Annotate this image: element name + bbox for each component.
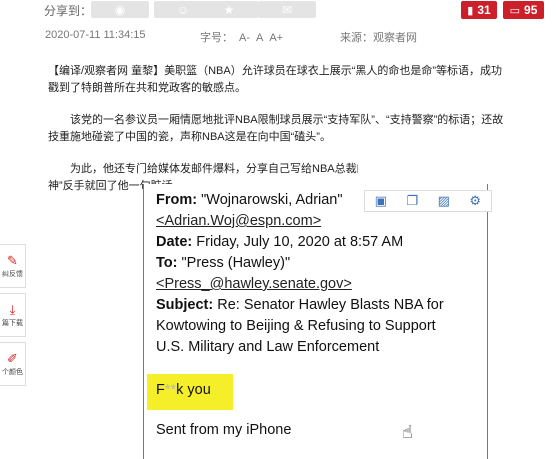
date-label: Date: [156, 234, 193, 250]
hand-cursor-icon: ☝ [402, 422, 413, 442]
article-paragraph: 【编译/观察者网 童黎】美职篮（NBA）允许球员在球衣上展示“黑人的命也是命”等… [48, 63, 558, 97]
download-label: 篇下载 [2, 319, 23, 327]
from-value: "Wojnarowski, Adrian" [201, 192, 343, 208]
subject-line: U.S. Military and Law Enforcement [156, 339, 380, 355]
paragraph-line: 该党的一名参议员一厢情愿地批评NBA限制球员展示“支持军队”、“支持警察”的标语… [48, 114, 504, 126]
reply-rest: k you [176, 382, 211, 398]
share-weibo-button[interactable]: ◉ [91, 1, 149, 18]
settings-icon[interactable]: ⚙ [468, 194, 482, 208]
copy-icon[interactable]: ❐ [405, 194, 419, 208]
email-screenshot-image: From: "Wojnarowski, Adrian" <Adrian.Woj@… [143, 184, 488, 459]
save-icon[interactable]: ▣ [374, 194, 388, 208]
reply-blurred: ** [164, 382, 177, 398]
bookmark-count-button[interactable]: ▮ 31 [461, 1, 497, 19]
favorite-icon: ★ [223, 2, 235, 17]
paragraph-line: 技重施地碰瓷了中国的瓷，声称NBA这是在向中国“磕头”。 [48, 131, 331, 143]
subject-label: Subject: [156, 297, 214, 313]
font-size-normal[interactable]: A [256, 32, 263, 44]
comment-count: 95 [524, 3, 538, 17]
publish-datetime: 2020-07-11 11:34:15 [45, 29, 146, 41]
share-wechat-button[interactable]: ✉ [258, 1, 316, 18]
email-signature: Sent from my iPhone [156, 422, 292, 438]
download-icon: ⤓ [9, 301, 16, 317]
subject-line: Re: Senator Hawley Blasts NBA for [217, 297, 444, 313]
comment-icon: ▭ [509, 4, 521, 17]
bookmark-icon: ▮ [467, 4, 474, 17]
color-button[interactable]: ✐ 个颜色 [0, 342, 26, 386]
bookmark-count: 31 [477, 3, 491, 17]
from-label: From: [156, 192, 198, 208]
edit-icon: ✎ [7, 252, 18, 268]
feedback-label: 纠反馈 [2, 270, 23, 278]
brush-icon: ✐ [7, 350, 18, 366]
font-size-label: 字号： [200, 32, 233, 44]
qq-icon: ☺ [176, 2, 190, 17]
date-value: Friday, July 10, 2020 at 8:57 AM [196, 234, 404, 250]
article-paragraph: 该党的一名参议员一厢情愿地批评NBA限制球员展示“支持军队”、“支持警察”的标语… [48, 112, 558, 146]
to-email: <Press_@hawley.senate.gov> [156, 276, 352, 292]
from-email: <Adrian.Woj@espn.com> [156, 213, 322, 229]
font-size-larger[interactable]: A+ [269, 32, 283, 44]
font-size-control: 字号： A- A A+ [200, 29, 283, 45]
reply-text: F**k you [156, 382, 211, 398]
article-source: 来源：观察者网 [340, 32, 417, 44]
paragraph-line: 为此，他还专门给媒体发邮件爆料，分享自己写给NBA总裁的公开信。不料，著名NBA… [69, 163, 358, 175]
color-label: 个颜色 [2, 368, 23, 376]
to-label: To: [156, 255, 178, 271]
paragraph-line: 戳到了特朗普所在共和党政客的敏感点。 [48, 82, 246, 94]
download-button[interactable]: ⤓ 篇下载 [0, 293, 26, 337]
email-headers: From: "Wojnarowski, Adrian" <Adrian.Woj@… [156, 190, 444, 358]
to-value: "Press (Hawley)" [181, 255, 291, 271]
share-label: 分享到： [44, 4, 93, 18]
weibo-icon: ◉ [114, 2, 126, 17]
image-toolbar: ▣ ❐ ▨ ⚙ [364, 190, 492, 212]
feedback-button[interactable]: ✎ 纠反馈 [0, 244, 26, 288]
reply-first: F [156, 382, 165, 398]
font-size-smaller[interactable]: A- [239, 32, 250, 44]
paragraph-line: 【编译/观察者网 童黎】美职篮（NBA）允许球员在球衣上展示“黑人的命也是命”等… [48, 65, 503, 77]
image-search-icon[interactable]: ▨ [437, 194, 451, 208]
favorite-button[interactable]: ★ [200, 1, 258, 18]
comment-count-button[interactable]: ▭ 95 [503, 1, 544, 19]
wechat-icon: ✉ [281, 2, 293, 17]
subject-line: Kowtowing to Beijing & Refusing to Suppo… [156, 318, 436, 334]
